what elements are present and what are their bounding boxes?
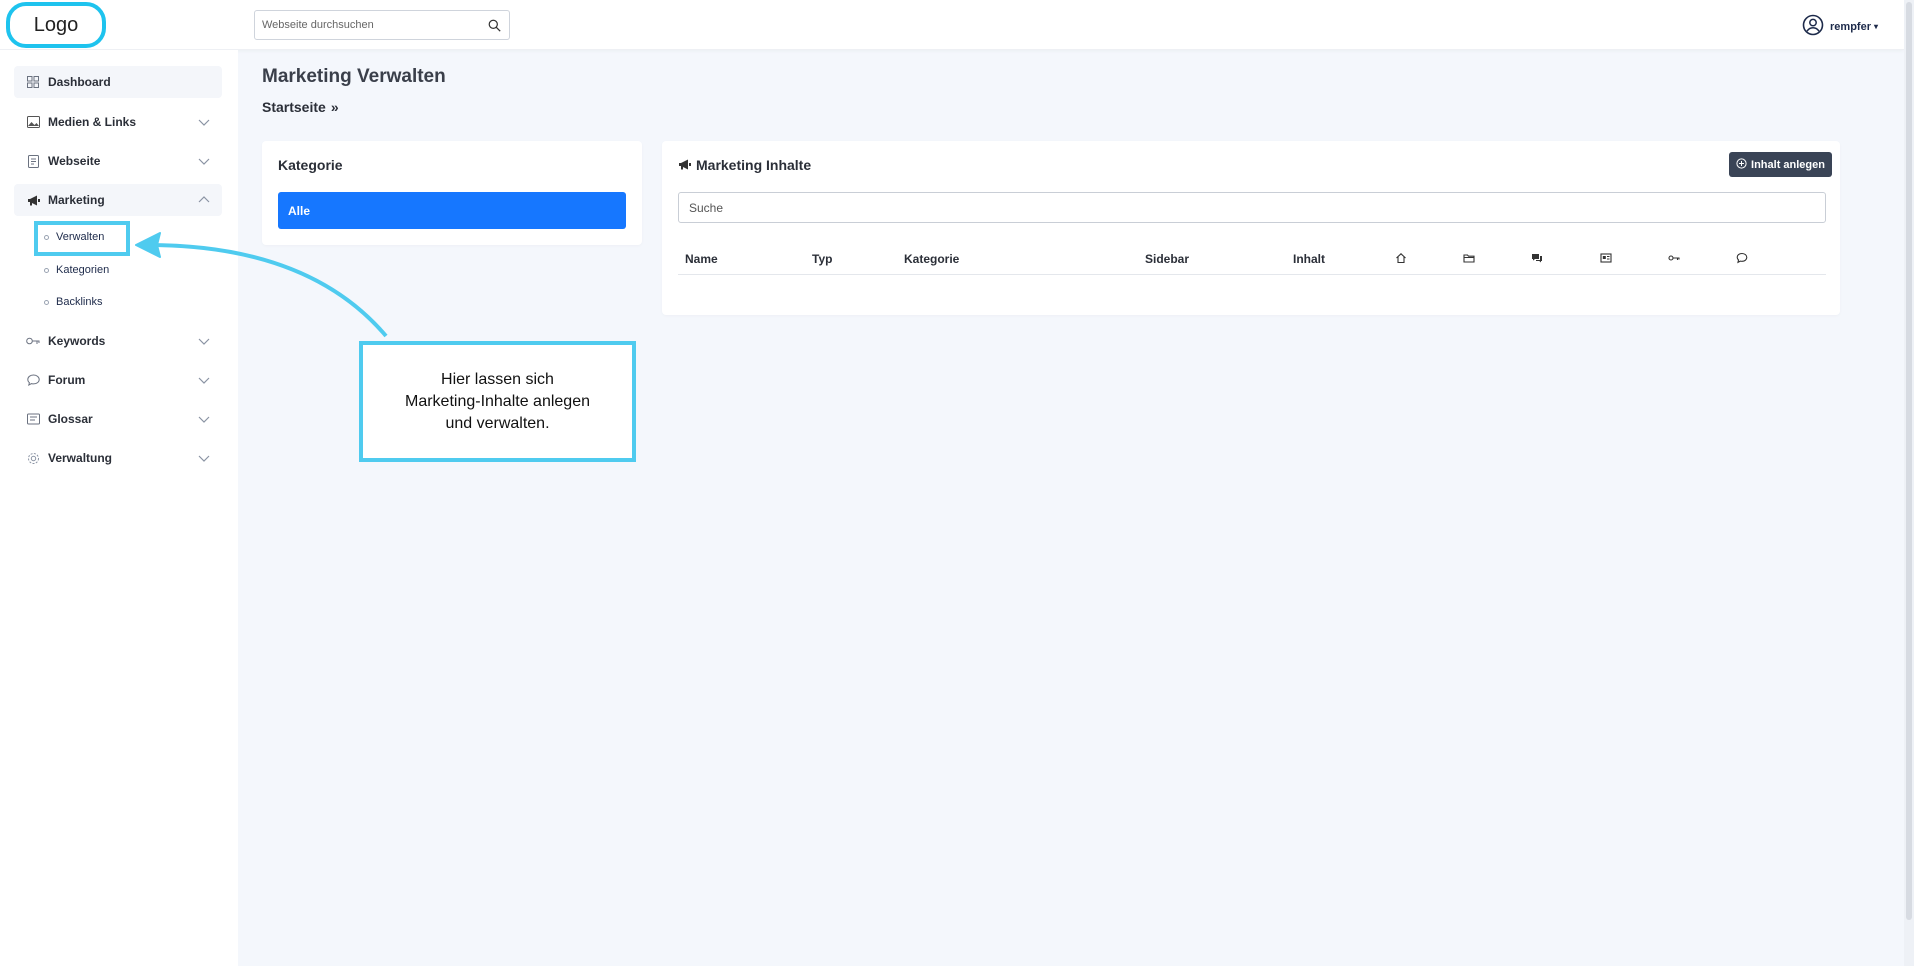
comment-icon[interactable] — [1736, 252, 1748, 264]
bullet-icon — [44, 267, 49, 273]
sidebar-item-forum[interactable]: Forum — [14, 364, 222, 396]
page-title: Marketing Verwalten — [262, 66, 446, 87]
chevron-down-icon — [198, 119, 210, 126]
site-search-input[interactable] — [255, 11, 479, 39]
annotation-line: und verwalten. — [445, 414, 550, 432]
chevron-down-icon — [198, 455, 210, 462]
site-search — [254, 10, 510, 40]
comments-icon[interactable] — [1531, 252, 1543, 264]
sidebar-item-label: Medien & Links — [48, 115, 137, 129]
chevron-down-icon — [198, 377, 210, 384]
sidebar-item-keywords[interactable]: Keywords — [14, 325, 222, 357]
column-name[interactable]: Name — [685, 252, 718, 266]
bullet-icon — [44, 299, 49, 305]
annotation-callout: Hier lassen sich Marketing-Inhalte anleg… — [359, 341, 636, 462]
logo[interactable]: Logo — [6, 2, 106, 48]
category-card-title: Kategorie — [278, 157, 343, 173]
chevron-down-icon — [198, 158, 210, 165]
category-card: Kategorie Alle — [262, 141, 642, 245]
folder-icon[interactable] — [1463, 252, 1475, 264]
card-icon[interactable] — [1600, 252, 1612, 264]
sidebar-item-label: Marketing — [48, 193, 105, 207]
sidebar-item-medien[interactable]: Medien & Links — [14, 106, 222, 138]
book-icon — [26, 412, 40, 426]
sidebar-subitem-label: Kategorien — [56, 264, 110, 276]
table-header: Name Typ Kategorie Sidebar Inhalt — [678, 243, 1826, 275]
scrollbar-thumb[interactable] — [1906, 2, 1912, 920]
highlight-frame — [34, 221, 130, 256]
chevron-down-icon — [198, 338, 210, 345]
page-scrollbar[interactable] — [1904, 0, 1914, 966]
megaphone-icon — [26, 193, 40, 207]
column-sidebar[interactable]: Sidebar — [1145, 252, 1189, 266]
user-circle-icon — [1802, 14, 1824, 39]
breadcrumb-separator: » — [330, 99, 339, 115]
sidebar-subitem-backlinks[interactable]: Backlinks — [44, 292, 102, 312]
top-bar: Logo rempfer ▾ — [0, 0, 1904, 50]
chevron-up-icon — [198, 196, 210, 203]
sidebar-item-label: Forum — [48, 373, 86, 387]
sidebar: Dashboard Medien & Links Webseite Market… — [0, 50, 238, 966]
key-icon — [26, 334, 40, 348]
plus-circle-icon — [1736, 157, 1747, 172]
home-icon[interactable] — [1395, 252, 1407, 264]
sidebar-item-label: Glossar — [48, 412, 93, 426]
caret-down-icon: ▾ — [1873, 22, 1878, 31]
annotation-line: Marketing-Inhalte anlegen — [404, 392, 590, 410]
sidebar-item-label: Keywords — [48, 334, 106, 348]
breadcrumb: Startseite» — [262, 99, 339, 115]
page-icon — [26, 154, 40, 168]
megaphone-icon — [678, 157, 691, 173]
content-search-input[interactable] — [678, 192, 1826, 223]
add-content-label: Inhalt anlegen — [1751, 158, 1825, 171]
chevron-down-icon — [198, 416, 210, 423]
marketing-card-title-text: Marketing Inhalte — [696, 157, 812, 173]
sidebar-item-label: Dashboard — [48, 75, 111, 89]
sidebar-item-dashboard[interactable]: Dashboard — [14, 66, 222, 98]
cog-icon — [26, 451, 40, 465]
marketing-content-card: Marketing Inhalte Inhalt anlegen Name Ty… — [662, 141, 1840, 315]
column-inhalt[interactable]: Inhalt — [1293, 252, 1325, 266]
sidebar-item-label: Verwaltung — [48, 451, 113, 465]
marketing-card-title: Marketing Inhalte — [678, 157, 811, 173]
sidebar-subitem-kategorien[interactable]: Kategorien — [44, 260, 109, 280]
sidebar-item-label: Webseite — [48, 154, 101, 168]
sidebar-item-verwaltung[interactable]: Verwaltung — [14, 442, 222, 474]
key-icon[interactable] — [1668, 252, 1680, 264]
sidebar-item-marketing[interactable]: Marketing — [14, 184, 222, 216]
column-kategorie[interactable]: Kategorie — [904, 252, 959, 266]
sidebar-item-webseite[interactable]: Webseite — [14, 145, 222, 177]
category-all-button[interactable]: Alle — [278, 192, 626, 229]
user-name: rempfer — [1830, 20, 1871, 33]
image-icon — [26, 115, 40, 129]
user-menu[interactable]: rempfer ▾ — [1802, 14, 1878, 39]
column-typ[interactable]: Typ — [812, 252, 832, 266]
breadcrumb-home[interactable]: Startseite — [262, 99, 326, 115]
grid-icon — [26, 75, 40, 89]
sidebar-subitem-label: Backlinks — [56, 296, 103, 308]
annotation-line: Hier lassen sich — [441, 370, 554, 388]
sidebar-item-glossar[interactable]: Glossar — [14, 403, 222, 435]
add-content-button[interactable]: Inhalt anlegen — [1729, 152, 1832, 177]
chat-bubble-icon — [26, 373, 40, 387]
search-icon[interactable] — [479, 11, 509, 39]
